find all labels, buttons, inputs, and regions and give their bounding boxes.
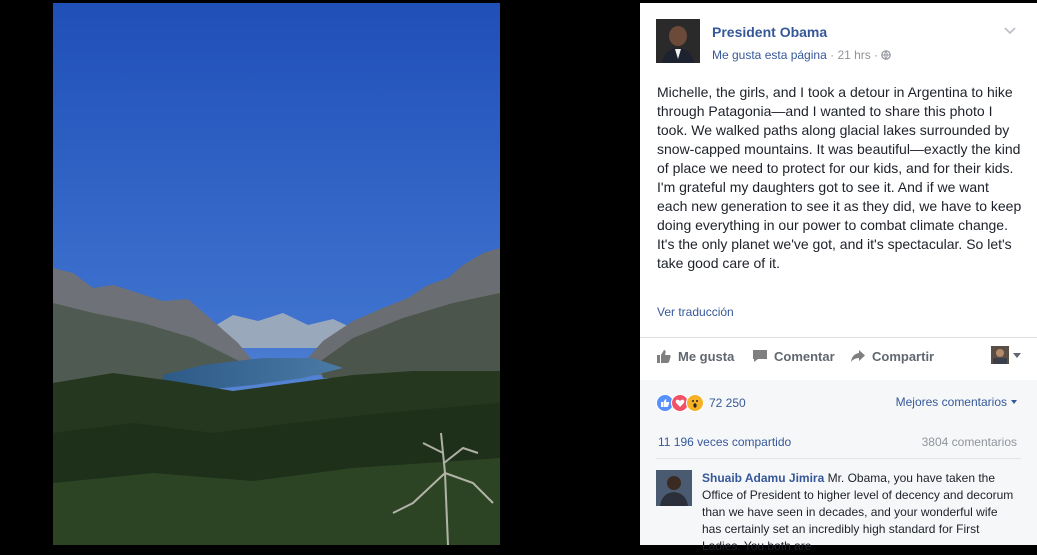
divider <box>640 337 1037 338</box>
see-translation-link[interactable]: Ver traducción <box>657 305 734 319</box>
patagonia-landscape-image <box>53 3 500 545</box>
comment-author-link[interactable]: Shuaib Adamu Jimira <box>702 471 824 485</box>
share-button-label: Compartir <box>872 348 935 364</box>
reactions-summary[interactable]: 72 250 <box>656 394 746 412</box>
like-button[interactable]: Me gusta <box>656 348 734 364</box>
post-footer: 72 250 Mejores comentarios 11 196 veces … <box>640 380 1037 553</box>
meta-separator-2: · <box>874 48 879 62</box>
shares-count-link[interactable]: 11 196 veces compartido <box>658 435 791 449</box>
wow-reaction-icon <box>686 394 704 412</box>
commenter-avatar[interactable] <box>656 470 692 506</box>
like-page-link[interactable]: Me gusta esta página <box>712 48 827 62</box>
thumbs-up-icon <box>657 350 671 363</box>
best-comments-label: Mejores comentarios <box>895 395 1007 409</box>
divider <box>656 458 1021 459</box>
globe-icon <box>881 50 892 60</box>
viewer-avatar <box>991 346 1009 364</box>
comment-button[interactable]: Comentar <box>752 348 835 364</box>
page-avatar[interactable] <box>656 19 700 63</box>
chevron-down-icon[interactable] <box>1003 23 1017 37</box>
comment-button-label: Comentar <box>774 348 835 364</box>
post-header: President Obama Me gusta esta página · 2… <box>656 19 1021 69</box>
caret-down-icon <box>1013 352 1021 358</box>
meta-separator: · <box>830 48 835 62</box>
comment-body: Shuaib Adamu Jimira Mr. Obama, you have … <box>702 470 1016 555</box>
post-photo[interactable] <box>53 3 500 545</box>
post-body: Michelle, the girls, and I took a detour… <box>657 84 1022 271</box>
like-button-label: Me gusta <box>678 348 735 364</box>
page-name-link[interactable]: President Obama <box>712 24 827 40</box>
comment-icon <box>753 350 767 362</box>
photo-viewer-stage <box>0 0 640 545</box>
post-text: Michelle, the girls, and I took a detour… <box>657 83 1023 273</box>
caret-down-icon <box>1011 400 1017 404</box>
post-actions: Me gusta Comentar Compartir <box>656 346 1021 372</box>
post-panel: President Obama Me gusta esta página · 2… <box>640 3 1037 553</box>
comments-count[interactable]: 3804 comentarios <box>922 435 1017 449</box>
best-comments-dropdown[interactable]: Mejores comentarios <box>896 395 1017 409</box>
post-timestamp[interactable]: 21 hrs <box>837 48 870 62</box>
post-meta: Me gusta esta página · 21 hrs · <box>712 48 892 62</box>
share-arrow-icon <box>851 350 865 362</box>
post-as-selector[interactable] <box>991 346 1021 364</box>
share-button[interactable]: Compartir <box>850 348 934 364</box>
reaction-count: 72 250 <box>709 396 746 410</box>
